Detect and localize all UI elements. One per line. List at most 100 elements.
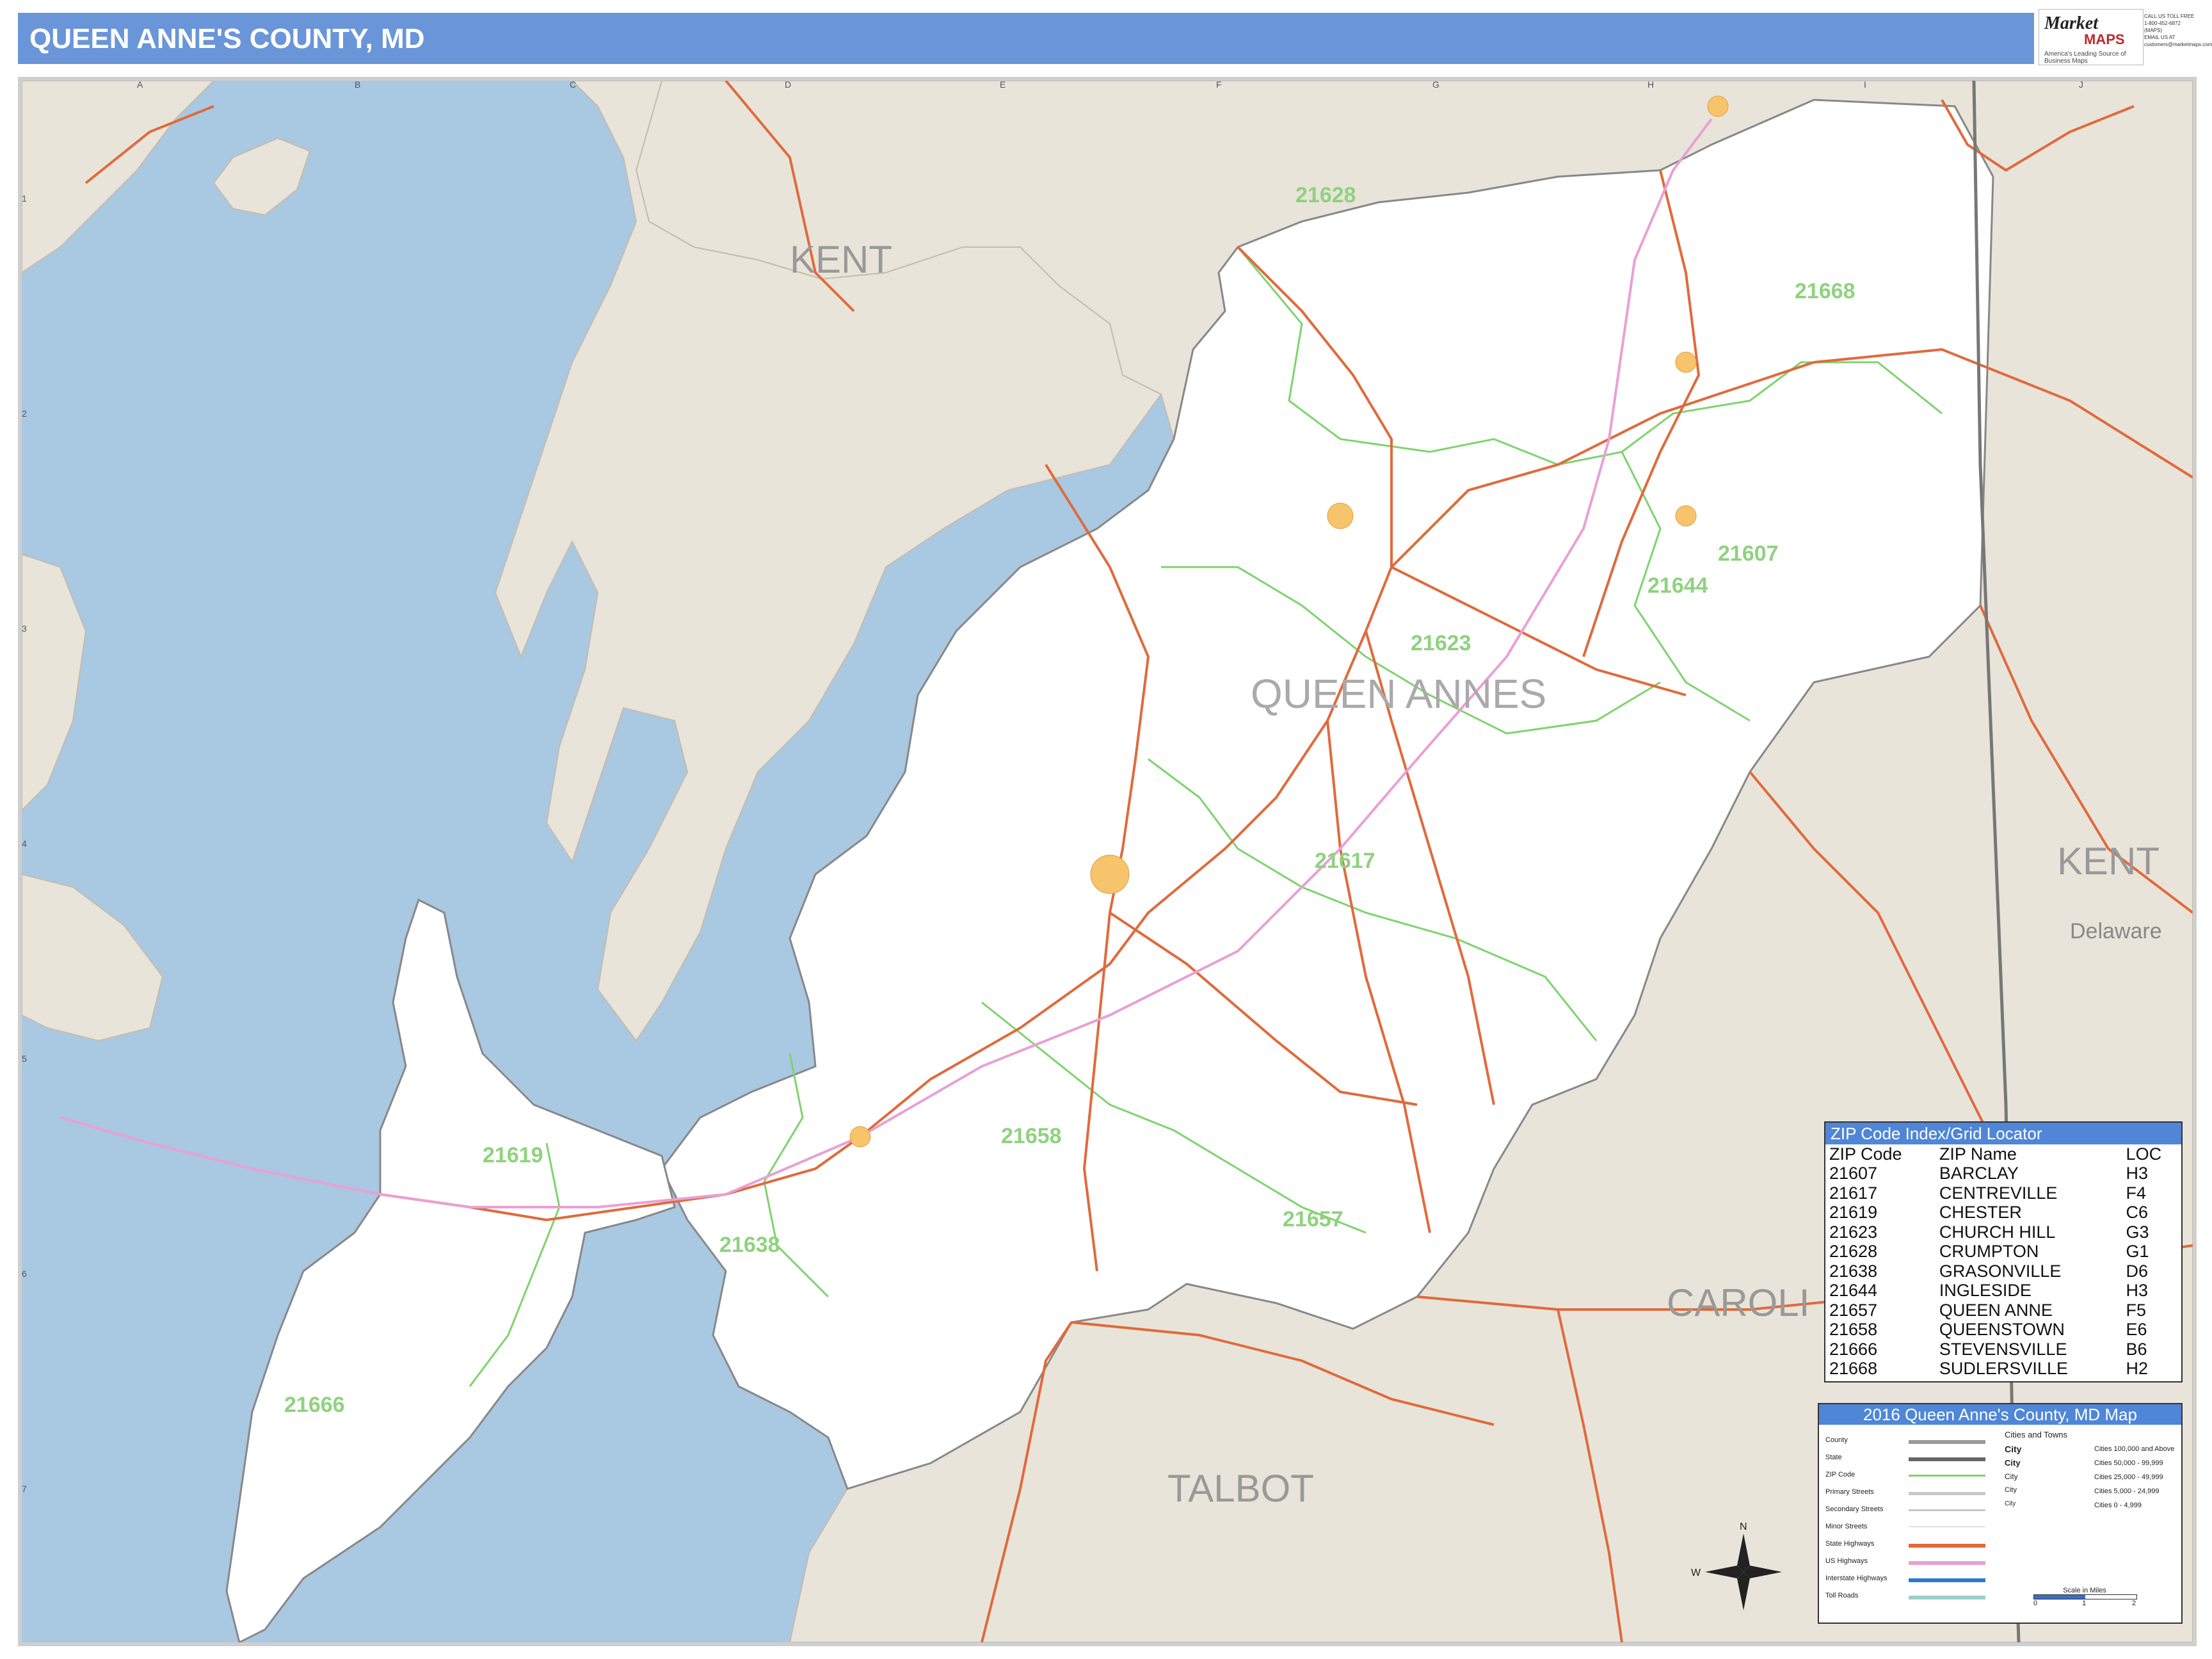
zip-label: 21657 [1283,1207,1343,1231]
zip-name-cell: SUDLERSVILLE [1939,1359,2068,1379]
legend-item: County [1825,1436,1985,1444]
grid-col-label: C [570,79,577,90]
zip-name-cell: CHESTER [1939,1203,2022,1222]
zip-code-cell: 21628 [1829,1242,1878,1262]
zip-index-row: 21617 CENTREVILLE F4 [1825,1183,2181,1203]
legend-item-label: Toll Roads [1825,1592,1859,1599]
legend-city-label: City [2005,1500,2016,1507]
legend-cities-title: Cities and Towns [2005,1430,2068,1439]
legend-city-range: Cities 50,000 - 99,999 [2094,1459,2163,1467]
zip-label: 21638 [719,1233,780,1257]
legend-city-range: Cities 100,000 and Above [2094,1445,2175,1453]
grid-row-label: 2 [22,408,27,419]
scale-bar: Scale in Miles 0 1 2 [2033,1587,2137,1608]
legend-line-swatch [1909,1561,1985,1565]
legend-line-swatch [1909,1544,1985,1548]
grid-row-label: 4 [22,838,27,849]
zip-code-cell: 21607 [1829,1164,1878,1183]
contact-line: EMAIL US AT [2144,35,2176,40]
legend-header: 2016 Queen Anne's County, MD Map [1819,1404,2181,1425]
zip-index-table: ZIP Code ZIP Name LOC 21607 BARCLAY H3 2161… [1825,1144,2181,1379]
legend-item-label: County [1825,1436,1848,1444]
contact-line: 1-800-452-6872 (MAPS) [2144,20,2181,33]
zip-index-col-header: ZIP Code [1829,1144,1902,1164]
zip-loc-cell: F4 [2126,1183,2147,1203]
legend-item-label: Secondary Streets [1825,1505,1884,1513]
grid-col-label: H [1647,79,1655,90]
legend-item-label: ZIP Code [1825,1471,1855,1479]
zip-index-row: 21619 CHESTER C6 [1825,1203,2181,1223]
zip-label: 21617 [1315,849,1375,873]
logo-tagline: America's Leading Source of Business Map… [2044,51,2126,65]
legend-line-swatch [1909,1509,1985,1511]
zip-name-cell: INGLESIDE [1939,1281,2032,1301]
zip-label: 21628 [1295,183,1356,207]
zip-label: 21644 [1647,573,1708,598]
legend-item: Secondary Streets [1825,1505,1985,1513]
region-label-kent-md: KENT [790,238,892,281]
zip-loc-cell: B6 [2126,1339,2147,1359]
grid-col-label: D [785,79,792,90]
zip-loc-cell: C6 [2126,1203,2149,1222]
legend-city-label: City [2005,1486,2017,1494]
zip-index-col-header: LOC [2126,1144,2162,1164]
legend-line-swatch [1909,1578,1985,1582]
zip-code-cell: 21658 [1829,1320,1878,1340]
zip-name-cell: STEVENSVILLE [1939,1339,2067,1359]
zip-code-cell: 21623 [1829,1222,1878,1242]
zip-index-row: 21638 GRASONVILLE D6 [1825,1262,2181,1281]
zip-name-cell: CENTREVILLE [1939,1183,2058,1203]
legend-item-label: State Highways [1825,1540,1875,1548]
zip-code-cell: 21657 [1829,1300,1878,1320]
zip-label: 21623 [1411,631,1471,655]
scale-tick: 2 [2132,1599,2136,1607]
grid-col-label: J [2079,79,2083,90]
legend-city-label: City [2005,1472,2018,1481]
legend-item-label: US Highways [1825,1557,1868,1565]
zip-loc-cell: E6 [2126,1320,2147,1340]
zip-label: 21668 [1795,279,1855,303]
zip-code-cell: 21617 [1829,1183,1878,1203]
region-label-caroline: CAROLI [1667,1281,1809,1324]
zip-loc-cell: H3 [2126,1164,2149,1183]
legend-city-range: Cities 5,000 - 24,999 [2094,1487,2160,1495]
region-label-queen-annes: QUEEN ANNES [1251,671,1546,717]
legend-item: Minor Streets [1825,1523,1985,1530]
legend-city-label: City [2005,1444,2022,1454]
zip-name-cell: CHURCH HILL [1939,1222,2056,1242]
legend-item-label: Primary Streets [1825,1488,1874,1496]
grid-row-label: 3 [22,623,27,634]
legend-item-label: Minor Streets [1825,1523,1868,1530]
contact-line: CALL US TOLL FREE [2144,13,2195,19]
title-bar: QUEEN ANNE'S COUNTY, MD [18,13,2034,64]
zip-loc-cell: G1 [2126,1242,2149,1262]
legend-city-label: City [2005,1458,2021,1468]
town-church-hill [1327,502,1354,529]
zip-name-cell: GRASONVILLE [1939,1261,2062,1281]
grid-row-label: 1 [22,193,27,204]
zip-label: 21666 [284,1393,345,1417]
logo-maps: MAPS [2084,31,2125,47]
legend-item: State [1825,1454,1985,1461]
region-label-delaware: Delaware [2070,919,2162,943]
region-label-kent-de: KENT [2057,840,2160,883]
town-centreville [1090,854,1130,894]
zip-name-cell: QUEENSTOWN [1939,1320,2065,1340]
zip-index-row: 21666 STEVENSVILLE B6 [1825,1340,2181,1359]
zip-label: 21619 [483,1143,543,1167]
zip-code-cell: 21668 [1829,1359,1878,1379]
town-queenstown [849,1126,871,1148]
legend-item-label: Interstate Highways [1825,1575,1887,1582]
scale-tick: 0 [2033,1599,2038,1607]
zip-loc-cell: H3 [2126,1281,2149,1301]
contact-line: customers@marketmaps.com [2144,42,2212,47]
zip-name-cell: BARCLAY [1939,1164,2019,1183]
legend-item: State Highways [1825,1540,1985,1548]
town-barclay [1675,505,1697,527]
contact-info: CALL US TOLL FREE 1-800-452-6872 (MAPS) … [2144,13,2212,61]
legend-line-swatch [1909,1492,1985,1495]
zip-name-cell: QUEEN ANNE [1939,1300,2053,1320]
town-sudlersville [1675,351,1697,373]
zip-label: 21607 [1718,541,1779,566]
zip-index-row: 21623 CHURCH HILL G3 [1825,1222,2181,1242]
